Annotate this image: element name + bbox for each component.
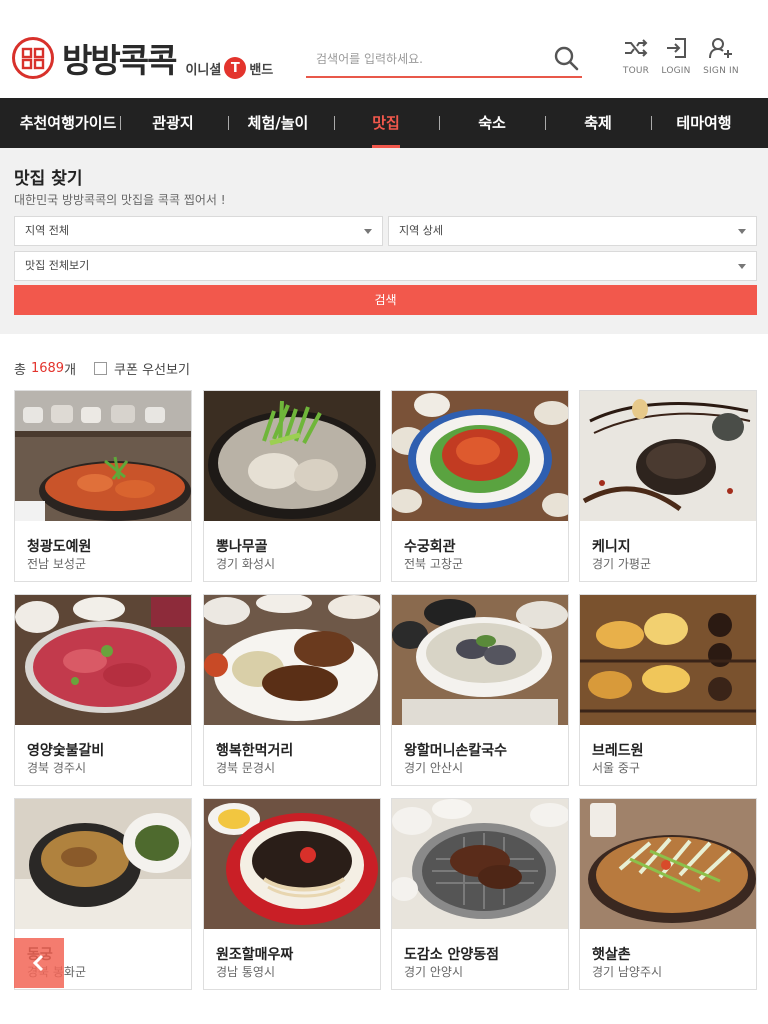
restaurant-location: 경남 통영시: [216, 965, 276, 979]
restaurant-name: 행복한먹거리: [216, 743, 294, 759]
restaurant-card[interactable]: 브레드원 서울 중구: [579, 594, 757, 786]
restaurant-location: 경기 화성시: [216, 557, 276, 571]
restaurant-photo: [580, 799, 756, 929]
restaurant-name: 도감소 안양동점: [404, 947, 500, 963]
page-description: 대한민국 방방콕콕의 맛집을 콕콕 찝어서 !: [14, 193, 226, 207]
result-summary: 총 1689 개 쿠폰 우선보기: [14, 358, 190, 378]
restaurant-name: 케니지: [592, 539, 631, 555]
nav-divider: [439, 116, 440, 130]
sign-in-button[interactable]: SIGN IN: [697, 36, 745, 76]
restaurant-photo: [392, 595, 568, 725]
restaurant-name: 브레드원: [592, 743, 644, 759]
restaurant-card[interactable]: 왕할머니손칼국수 경기 안산시: [391, 594, 569, 786]
logo-sub-right: 밴드: [249, 62, 274, 78]
restaurant-location: 경기 가평군: [592, 557, 652, 571]
restaurant-name: 청광도예원: [27, 539, 92, 555]
restaurant-location: 경기 안산시: [404, 761, 464, 775]
nav-item-attractions[interactable]: 관광지: [140, 98, 206, 148]
search-icon[interactable]: [552, 44, 580, 72]
nav-item-lodging[interactable]: 숙소: [462, 98, 522, 148]
search-input[interactable]: [316, 48, 546, 70]
chevron-down-icon: [738, 229, 746, 234]
restaurant-location: 서울 중구: [592, 761, 640, 775]
header-search: [306, 38, 582, 78]
logo-sub-t-icon: T: [224, 57, 247, 79]
login-icon: [667, 38, 686, 58]
restaurant-card[interactable]: 원조할매우짜 경남 통영시: [203, 798, 381, 990]
nav-item-theme-travel[interactable]: 테마여행: [666, 98, 742, 148]
user-plus-icon: [709, 38, 732, 59]
region-select[interactable]: 지역 전체: [14, 216, 383, 246]
restaurant-name: 왕할머니손칼국수: [404, 743, 508, 759]
logo-wordmark: 방방콕콕: [62, 41, 177, 80]
restaurant-photo: [15, 391, 191, 521]
nav-divider: [334, 116, 335, 130]
restaurant-name: 원조할매우짜: [216, 947, 294, 963]
restaurant-location: 경기 남양주시: [592, 965, 663, 979]
chevron-left-icon: [32, 954, 44, 972]
restaurant-location: 전남 보성군: [27, 557, 87, 571]
tour-label: TOUR: [622, 66, 650, 76]
nav-item-activities[interactable]: 체험/놀이: [238, 98, 318, 148]
nav-divider: [120, 116, 121, 130]
site-logo[interactable]: 방방콕콕 이니셜 T 밴드: [12, 34, 273, 82]
nav-divider: [651, 116, 652, 130]
restaurant-photo: [392, 391, 568, 521]
restaurant-name: 영양숯불갈비: [27, 743, 105, 759]
coupon-priority-label[interactable]: 쿠폰 우선보기: [114, 359, 190, 378]
restaurant-card[interactable]: 행복한먹거리 경북 문경시: [203, 594, 381, 786]
logo-mark-icon: [12, 37, 54, 79]
restaurant-card[interactable]: 뽕나무골 경기 화성시: [203, 390, 381, 582]
restaurant-photo: [580, 391, 756, 521]
restaurant-location: 경북 문경시: [216, 761, 276, 775]
restaurant-location: 전북 고창군: [404, 557, 464, 571]
chevron-down-icon: [364, 229, 372, 234]
nav-item-restaurants[interactable]: 맛집: [356, 98, 416, 148]
region-detail-select-value: 지역 상세: [399, 224, 443, 237]
restaurant-name: 수궁회관: [404, 539, 456, 555]
restaurant-photo: [204, 391, 380, 521]
prev-button[interactable]: [14, 938, 64, 988]
restaurant-photo: [204, 799, 380, 929]
restaurant-name: 햇살촌: [592, 947, 631, 963]
nav-item-festivals[interactable]: 축제: [568, 98, 628, 148]
shuffle-icon: [625, 39, 648, 57]
restaurant-location: 경기 안양시: [404, 965, 464, 979]
region-detail-select[interactable]: 지역 상세: [388, 216, 757, 246]
total-count: 1689: [30, 360, 65, 376]
restaurant-card[interactable]: 영양숯불갈비 경북 경주시: [14, 594, 192, 786]
restaurant-card[interactable]: 케니지 경기 가평군: [579, 390, 757, 582]
search-submit-button[interactable]: 검색: [14, 285, 757, 315]
login-label: LOGIN: [661, 66, 691, 76]
restaurant-photo: [392, 799, 568, 929]
sign-in-label: SIGN IN: [703, 66, 739, 76]
restaurant-card[interactable]: 청광도예원 전남 보성군: [14, 390, 192, 582]
chevron-down-icon: [738, 264, 746, 269]
nav-divider: [228, 116, 229, 130]
restaurant-finder: 맛집 찾기 대한민국 방방콕콕의 맛집을 콕콕 찝어서 ! 지역 전체 지역 상…: [0, 148, 768, 334]
restaurant-photo: [15, 595, 191, 725]
restaurant-name: 뽕나무골: [216, 539, 268, 555]
logo-sub-left: 이니셜: [185, 62, 222, 78]
login-button[interactable]: LOGIN: [652, 36, 700, 76]
category-select-value: 맛집 전체보기: [25, 259, 90, 272]
coupon-priority-checkbox[interactable]: [94, 361, 108, 375]
restaurant-photo: [15, 799, 191, 929]
main-nav: 추천여행가이드 관광지 체험/놀이 맛집 숙소 축제 테마여행: [0, 98, 768, 148]
restaurant-card[interactable]: 수궁회관 전북 고창군: [391, 390, 569, 582]
category-select[interactable]: 맛집 전체보기: [14, 251, 757, 281]
site-header: 방방콕콕 이니셜 T 밴드 TOUR LO: [0, 0, 768, 98]
nav-item-guide[interactable]: 추천여행가이드: [14, 98, 122, 148]
restaurant-card[interactable]: 도감소 안양동점 경기 안양시: [391, 798, 569, 990]
nav-divider: [545, 116, 546, 130]
restaurant-photo: [204, 595, 380, 725]
restaurant-card[interactable]: 햇살촌 경기 남양주시: [579, 798, 757, 990]
total-suffix: 개: [64, 362, 77, 378]
restaurant-location: 경북 경주시: [27, 761, 87, 775]
total-prefix: 총: [14, 362, 26, 378]
page-title: 맛집 찾기: [14, 169, 83, 189]
region-select-value: 지역 전체: [25, 224, 69, 237]
logo-subbrand: 이니셜 T 밴드: [185, 57, 273, 79]
restaurant-photo: [580, 595, 756, 725]
